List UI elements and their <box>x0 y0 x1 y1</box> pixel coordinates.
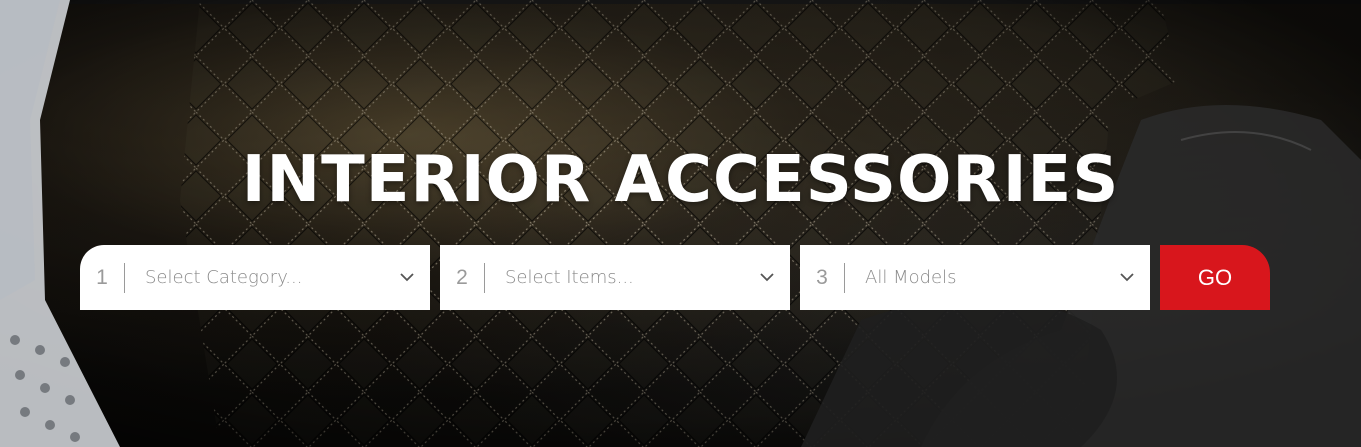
hero-banner: INTERIOR ACCESSORIES 1 Select Category..… <box>0 0 1361 447</box>
category-select[interactable]: 1 Select Category... <box>80 245 430 310</box>
step-number: 3 <box>816 265 828 289</box>
items-select-label: Select Items... <box>505 267 634 288</box>
items-select[interactable]: 2 Select Items... <box>440 245 790 310</box>
page-title: INTERIOR ACCESSORIES <box>241 143 1120 217</box>
models-select-label: All Models <box>865 267 957 288</box>
door-sill-graphic <box>0 0 120 447</box>
step-number: 2 <box>456 265 468 289</box>
product-finder: 1 Select Category... 2 Select Items... 3… <box>80 245 1270 310</box>
step-number: 1 <box>96 265 108 289</box>
chevron-down-icon <box>744 245 790 310</box>
chevron-down-icon <box>384 245 430 310</box>
category-select-label: Select Category... <box>145 267 303 288</box>
go-button[interactable]: GO <box>1160 245 1270 310</box>
chevron-down-icon <box>1104 245 1150 310</box>
models-select[interactable]: 3 All Models <box>800 245 1150 310</box>
